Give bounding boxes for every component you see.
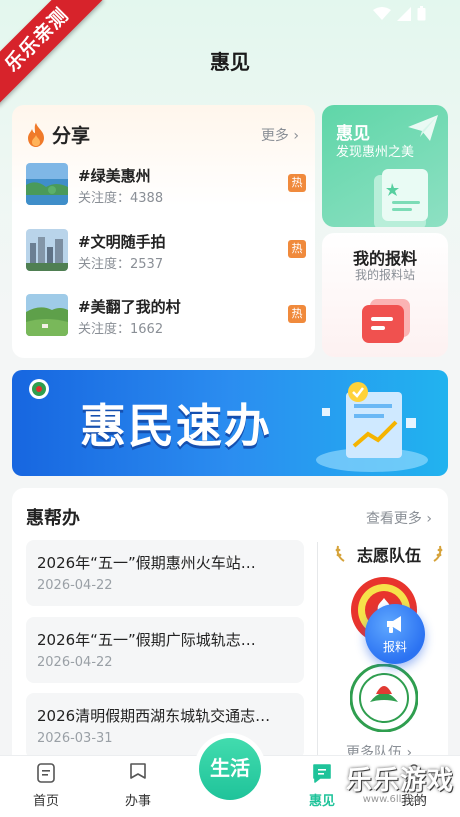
help-more-link[interactable]: 查看更多 › [366,508,432,528]
banner-title: 惠民速办 [80,399,272,453]
emblem-icon [29,379,49,399]
flag-icon [130,763,146,779]
help-item[interactable]: 2026年“五一”假期广际城轨志… 2026-04-22 [26,617,304,683]
laurel-right-icon [433,545,443,562]
paper-plane-icon [408,115,438,141]
battery-icon [417,6,426,21]
share-item[interactable]: #文明随手拍 关注度：2537 热 [26,229,306,273]
share-item-views: 关注度：2537 [78,257,164,272]
share-item-views: 关注度：4388 [78,191,164,206]
watermark-brand: 乐乐游戏 [345,766,454,796]
tab-life[interactable]: 生活 [199,738,261,800]
share-item-title: #文明随手拍 [78,233,166,251]
share-more-link[interactable]: 更多 › [261,125,299,145]
fire-icon [28,122,44,147]
signal-icon [397,6,411,21]
share-header: 分享 [26,121,90,148]
help-item-title: 2026清明假期西湖东城轨交通志… [37,707,271,725]
status-icons [373,6,426,21]
help-item[interactable]: 2026清明假期西湖东城轨交通志… 2026-03-31 [26,693,304,759]
thumbnail-image [26,294,68,336]
my-report-card[interactable]: 我的报料 我的报料站 [322,233,448,357]
report-subtitle: 我的报料站 [354,268,415,282]
life-center-icon: 生活 [210,756,250,780]
help-item-date: 2026-04-22 [37,655,113,670]
share-item[interactable]: #绿美惠州 关注度：4388 热 [26,163,306,207]
thumbnail-image [26,229,68,271]
share-item-title: #绿美惠州 [78,167,151,185]
help-item-title: 2026年“五一”假期惠州火车站… [37,554,256,572]
chat-icon [313,764,331,783]
discover-subtitle: 发现惠州之美 [336,145,415,160]
hot-badge: 热 [288,174,306,192]
help-item-date: 2026-04-22 [37,578,113,593]
tab-services[interactable]: 办事 [103,762,173,809]
share-item-title: #美翻了我的村 [78,298,181,316]
hot-badge: 热 [288,240,306,258]
promo-banner[interactable]: 惠民速办 [12,370,448,476]
help-item[interactable]: 2026年“五一”假期惠州火车站… 2026-04-22 [26,540,304,606]
help-item-date: 2026-03-31 [37,731,113,746]
megaphone-icon [387,616,401,633]
volunteer-title: 志愿队伍 [356,546,421,565]
document-icon [374,169,428,227]
share-card: 分享 更多 › #绿美惠州 关注度：4388 热 #文明随手拍 关注度：2537… [12,105,315,358]
report-document-icon [362,299,410,343]
chart-document-illustration [316,382,428,472]
share-title: 分享 [52,125,91,147]
floating-report-label: 报料 [382,640,407,654]
divider [317,542,318,764]
tab-home[interactable]: 首页 [11,762,81,809]
floating-report-button[interactable]: 报料 [365,604,425,664]
volunteer-team-logo[interactable] [350,664,418,732]
share-item-views: 关注度：1662 [78,322,164,337]
share-item[interactable]: #美翻了我的村 关注度：1662 热 [26,294,306,338]
home-icon [37,763,55,783]
discover-card[interactable]: 惠见 发现惠州之美 [322,105,448,227]
page-title: 惠见 [210,50,250,74]
hot-badge: 热 [288,305,306,323]
tab-label: 办事 [124,794,151,809]
help-item-title: 2026年“五一”假期广际城轨志… [37,631,256,649]
wifi-icon [373,6,391,20]
help-title: 惠帮办 [26,508,80,529]
tab-label: 首页 [32,794,59,809]
watermark-site: www.6ll.com [362,794,426,805]
thumbnail-image [26,163,68,205]
